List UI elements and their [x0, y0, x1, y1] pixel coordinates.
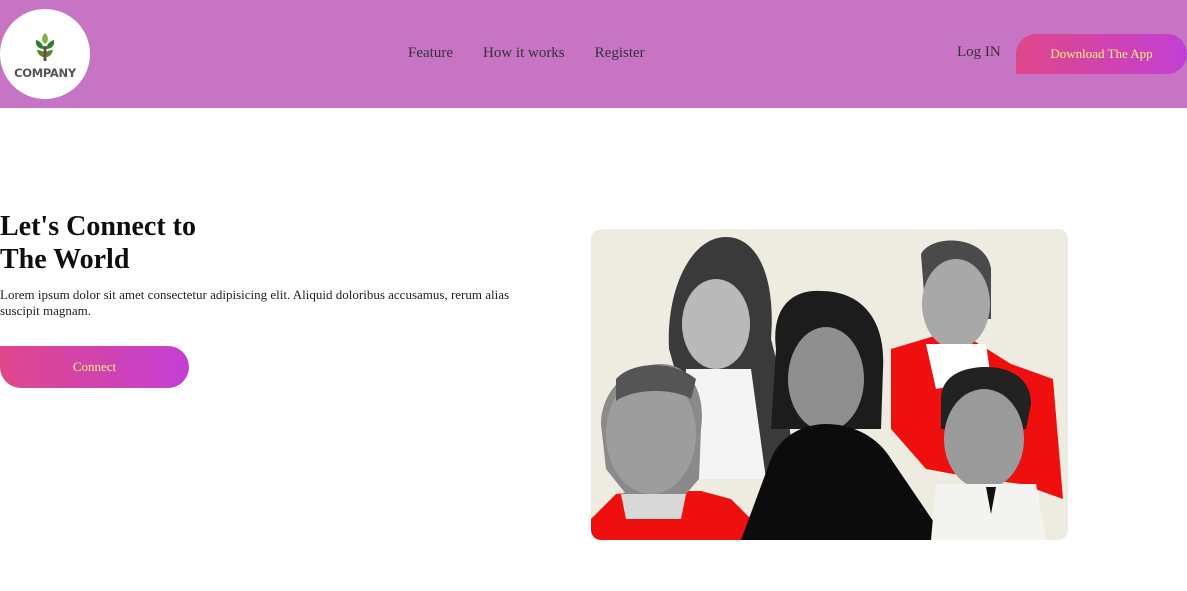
hero-collage-image	[591, 229, 1068, 540]
main-nav: Feature How it works Register	[408, 45, 645, 62]
hero-title: Let's Connect to The World	[0, 210, 196, 276]
hero-description: Lorem ipsum dolor sit amet consectetur a…	[0, 287, 510, 318]
login-link[interactable]: Log IN	[957, 44, 1001, 61]
nav-item-register[interactable]: Register	[595, 45, 645, 62]
header-navbar: COMPANY Feature How it works Register Lo…	[0, 0, 1187, 108]
leaf-icon	[35, 33, 55, 61]
connect-button[interactable]: Connect	[0, 346, 189, 388]
nav-item-feature[interactable]: Feature	[408, 45, 453, 62]
company-logo[interactable]: COMPANY	[0, 9, 90, 99]
nav-item-how-it-works[interactable]: How it works	[483, 45, 565, 62]
logo-text: COMPANY	[14, 66, 76, 80]
people-collage-illustration	[591, 229, 1068, 540]
hero-title-line-2: The World	[0, 244, 130, 275]
hero-title-line-1: Let's Connect to	[0, 211, 196, 242]
download-app-button[interactable]: Download The App	[1016, 34, 1187, 74]
